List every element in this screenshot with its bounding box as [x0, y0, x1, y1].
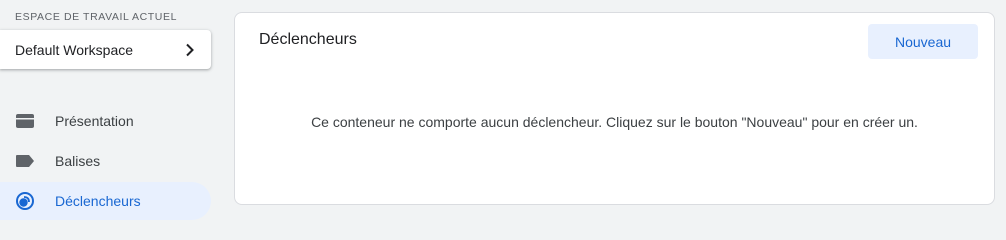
sidebar-item-presentation[interactable]: Présentation	[0, 102, 211, 140]
empty-state-message: Ce conteneur ne comporte aucun déclenche…	[311, 114, 918, 130]
sidebar-item-balises[interactable]: Balises	[0, 142, 211, 180]
tag-icon	[15, 151, 35, 171]
triggers-card: Déclencheurs Nouveau Ce conteneur ne com…	[234, 12, 995, 205]
sidebar-item-declencheurs[interactable]: Déclencheurs	[0, 182, 211, 220]
sidebar-item-label: Déclencheurs	[55, 193, 141, 209]
sidebar: ESPACE DE TRAVAIL ACTUEL Default Workspa…	[0, 0, 218, 224]
workspace-section-label: ESPACE DE TRAVAIL ACTUEL	[15, 11, 178, 23]
page-title: Déclencheurs	[259, 31, 357, 48]
new-trigger-button[interactable]: Nouveau	[868, 24, 978, 59]
workspace-selector[interactable]: Default Workspace	[0, 30, 211, 69]
sidebar-item-label: Balises	[55, 153, 101, 169]
folder-icon	[15, 111, 35, 131]
workspace-name: Default Workspace	[15, 41, 134, 58]
sidebar-item-label: Présentation	[55, 113, 134, 129]
trigger-icon	[15, 191, 35, 211]
chevron-right-icon	[183, 43, 197, 57]
